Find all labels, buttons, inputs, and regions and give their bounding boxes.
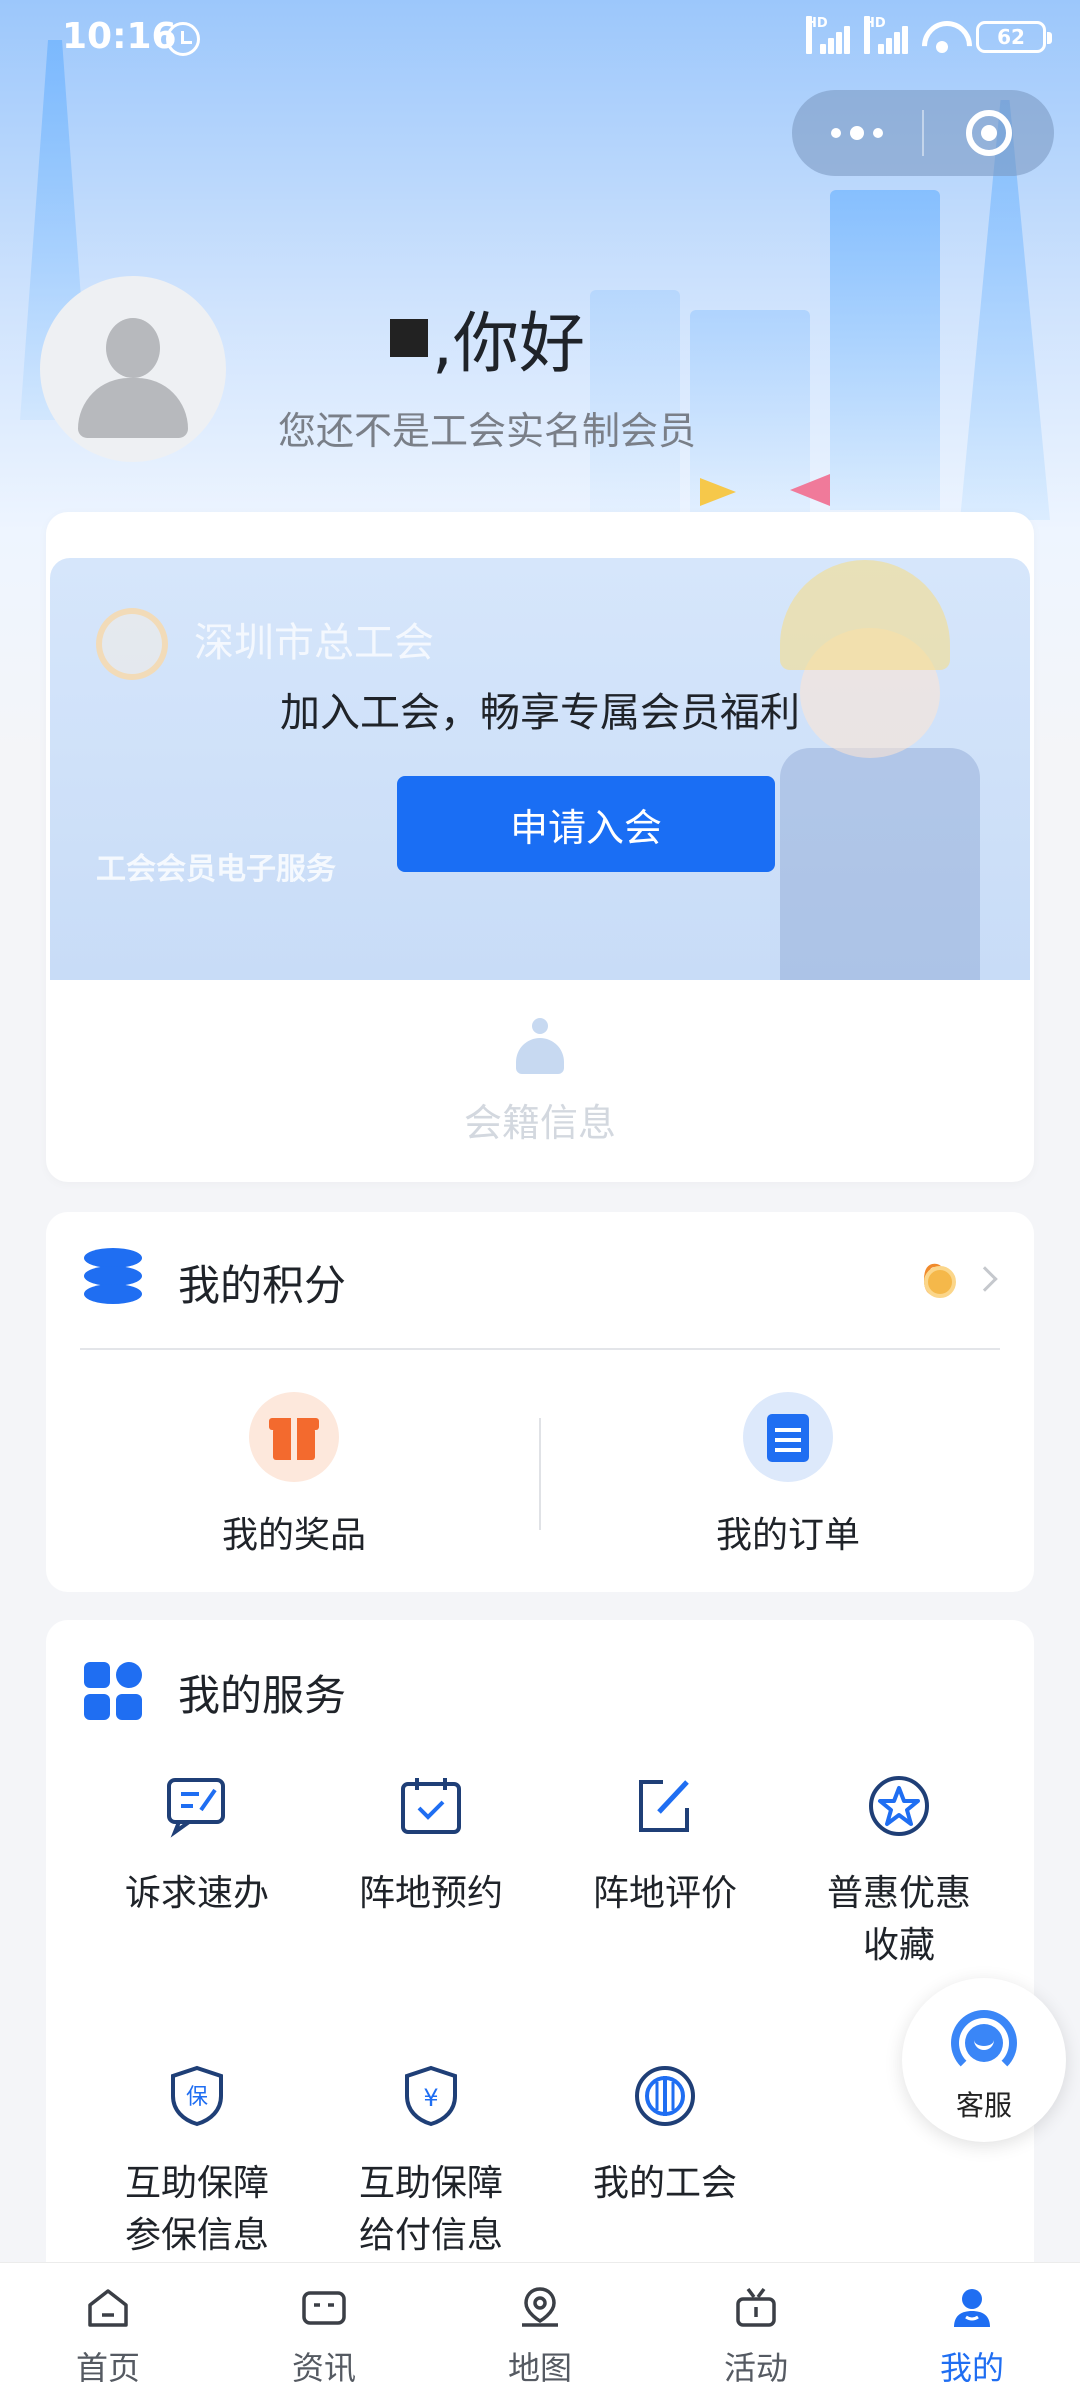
services-card: 我的服务 诉求速办 阵地预约 阵地评价 普惠优惠收藏 保 互助保障参保信息 ¥	[46, 1620, 1034, 2270]
map-pin-icon	[516, 2285, 564, 2331]
avatar-placeholder-icon	[106, 318, 160, 378]
coins-stack-icon	[84, 1248, 142, 1304]
service-label: 诉求速办	[124, 1873, 269, 1914]
headset-icon	[947, 2010, 1021, 2076]
customer-service-label: 客服	[955, 2089, 1012, 2122]
alarm-icon	[166, 22, 200, 56]
hd-label: HD	[806, 16, 828, 54]
my-orders-label: 我的订单	[715, 1515, 860, 1556]
points-card: 我的积分 0 我的奖品 我的订单	[46, 1212, 1034, 1592]
service-my-union[interactable]: 我的工会	[548, 2064, 782, 2210]
service-label: 阵地预约	[358, 1873, 503, 1914]
member-status: 您还不是工会实名制会员	[278, 409, 697, 453]
nav-label: 活动	[723, 2349, 788, 2387]
my-prizes-button[interactable]: 我的奖品	[144, 1392, 444, 1558]
profile-icon	[948, 2285, 996, 2331]
worker-mascot-illustration	[740, 558, 1010, 980]
service-appeal[interactable]: 诉求速办	[80, 1774, 314, 1920]
nav-label: 首页	[75, 2349, 140, 2387]
nav-home[interactable]: 首页	[0, 2263, 216, 2400]
appeal-icon	[165, 1774, 229, 1838]
service-label: 我的工会	[592, 2163, 737, 2204]
service-insurance-info[interactable]: 保 互助保障参保信息	[80, 2064, 314, 2262]
skyline-tower	[830, 190, 940, 510]
nav-label: 资讯	[291, 2349, 356, 2387]
grid-apps-icon	[84, 1662, 142, 1720]
status-bar: 10:16 HD HD 62	[0, 0, 1080, 80]
battery-level: 62	[997, 25, 1025, 49]
signal-icon: HD	[864, 16, 908, 54]
service-venue-review[interactable]: 阵地评价	[548, 1774, 782, 1920]
signal-icon: HD	[806, 16, 850, 54]
battery-icon: 62	[976, 21, 1052, 53]
nav-news[interactable]: 资讯	[216, 2263, 432, 2400]
nav-activity[interactable]: 活动	[648, 2263, 864, 2400]
my-prizes-label: 我的奖品	[221, 1515, 366, 1556]
more-options-button[interactable]	[792, 90, 922, 176]
services-title: 我的服务	[178, 1671, 347, 1720]
my-orders-button[interactable]: 我的订单	[638, 1392, 938, 1558]
service-payout-info[interactable]: ¥ 互助保障给付信息	[314, 2064, 548, 2262]
card-org-name: 深圳市总工会	[194, 620, 434, 666]
calendar-check-icon	[399, 1774, 463, 1838]
greeting: ,你好	[390, 290, 585, 386]
union-logo-icon	[96, 608, 168, 680]
apply-join-button[interactable]: 申请入会	[397, 776, 775, 872]
chevron-right-icon[interactable]	[972, 1266, 998, 1292]
service-label: 普惠优惠收藏	[826, 1873, 971, 1966]
union-icon	[633, 2064, 697, 2128]
membership-info-label: 会籍信息	[463, 1101, 616, 1145]
bottom-nav: 首页 资讯 地图 活动 我的	[0, 2262, 1080, 2400]
shield-bao-icon: 保	[165, 2064, 229, 2128]
hd-label: HD	[864, 16, 886, 54]
edit-icon	[633, 1774, 697, 1838]
nav-label: 我的	[939, 2349, 1004, 2387]
card-subtitle: 工会会员电子服务	[96, 852, 336, 887]
service-label: 阵地评价	[592, 1873, 737, 1914]
divider	[80, 1348, 1000, 1350]
points-title: 我的积分	[178, 1261, 347, 1310]
service-venue-booking[interactable]: 阵地预约	[314, 1774, 548, 1920]
nav-label: 地图	[507, 2349, 572, 2387]
redacted-name	[390, 319, 428, 357]
person-icon	[512, 1018, 568, 1076]
close-miniprogram-button[interactable]	[924, 90, 1054, 176]
customer-service-button[interactable]: 客服	[902, 1978, 1066, 2142]
gift-icon	[249, 1392, 339, 1482]
miniprogram-capsule	[792, 90, 1054, 176]
shield-yuan-icon: ¥	[399, 2064, 463, 2128]
coin-icon	[924, 1266, 956, 1298]
svg-text:¥: ¥	[423, 2084, 438, 2112]
target-icon	[966, 110, 1012, 156]
greeting-text: ,你好	[432, 305, 585, 382]
star-icon	[867, 1774, 931, 1838]
nav-map[interactable]: 地图	[432, 2263, 648, 2400]
service-favorites[interactable]: 普惠优惠收藏	[782, 1774, 1016, 1972]
order-icon	[743, 1392, 833, 1482]
join-slogan: 加入工会，畅享专属会员福利	[280, 690, 800, 736]
wifi-icon	[922, 21, 962, 53]
join-union-card: 深圳市总工会 工会会员电子服务 加入工会，畅享专属会员福利 申请入会 会籍信息	[46, 512, 1034, 1182]
divider	[539, 1418, 541, 1530]
activity-icon	[732, 2285, 780, 2331]
service-label: 互助保障参保信息	[124, 2163, 269, 2256]
avatar[interactable]	[40, 276, 226, 462]
service-label: 互助保障给付信息	[358, 2163, 503, 2256]
home-icon	[84, 2285, 132, 2331]
status-time: 10:16	[62, 16, 177, 57]
news-icon	[300, 2285, 348, 2331]
nav-profile[interactable]: 我的	[864, 2263, 1080, 2400]
svg-text:保: 保	[186, 2085, 208, 2110]
member-card-banner: 深圳市总工会 工会会员电子服务	[50, 558, 1030, 980]
